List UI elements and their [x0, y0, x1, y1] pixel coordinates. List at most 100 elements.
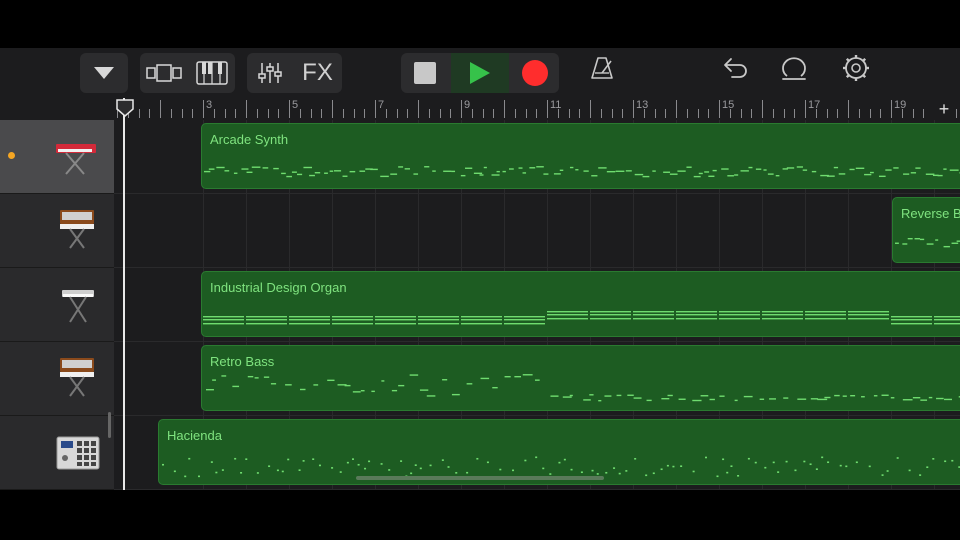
horizontal-scrollbar[interactable]: [356, 476, 604, 480]
ruler-tick: [300, 109, 301, 118]
track-header-1[interactable]: [0, 120, 114, 194]
ruler-tick: [461, 100, 462, 118]
keyboard-button[interactable]: [188, 53, 235, 93]
ruler-tick: [848, 100, 849, 118]
ruler-tick: [665, 109, 666, 118]
ruler-tick: [160, 100, 161, 118]
ruler-tick: [440, 109, 441, 118]
ruler-tick: [139, 109, 140, 118]
undo-button[interactable]: [712, 48, 756, 88]
playhead-line[interactable]: [123, 98, 125, 490]
fx-label: FX: [302, 59, 333, 86]
bar-number: 11: [550, 99, 562, 111]
loop-browser-button[interactable]: [772, 48, 816, 88]
region-reverse-b[interactable]: Reverse B: [892, 197, 960, 263]
ruler-tick: [805, 100, 806, 118]
ruler-tick: [397, 109, 398, 118]
record-icon: [522, 60, 548, 86]
fx-button[interactable]: FX: [293, 53, 342, 93]
ruler-tick: [751, 109, 752, 118]
midi-notes: [203, 311, 960, 325]
analog-synth-icon: [60, 358, 94, 397]
ruler-tick: [429, 109, 430, 118]
ruler-tick: [203, 100, 204, 118]
ruler-tick: [493, 109, 494, 118]
record-enable-dot[interactable]: [8, 152, 15, 159]
ruler-tick: [536, 109, 537, 118]
bar-number: 13: [636, 99, 649, 111]
midi-notes: [206, 374, 960, 402]
ruler-tick: [880, 109, 881, 118]
tracks-area[interactable]: Arcade Synth Reverse B Industrial Design…: [114, 120, 960, 490]
control-bar: FX: [0, 48, 960, 98]
play-button[interactable]: [451, 53, 509, 93]
track-header-3[interactable]: [0, 268, 114, 342]
settings-button[interactable]: [834, 48, 878, 88]
ruler-tick: [407, 109, 408, 118]
track-lane[interactable]: [114, 194, 960, 268]
bar-number: 5: [292, 99, 299, 111]
region-arcade-synth[interactable]: Arcade Synth: [201, 123, 960, 189]
red-keyboard-icon: [56, 144, 96, 175]
ruler-tick: [676, 100, 677, 118]
track-header-2[interactable]: [0, 194, 114, 268]
ruler-tick: [569, 109, 570, 118]
region-industrial-design-organ[interactable]: Industrial Design Organ: [201, 271, 960, 337]
loop-icon: [782, 57, 806, 80]
ruler-tick: [870, 109, 871, 118]
white-keyboard-icon: [62, 290, 94, 323]
ruler-tick: [773, 109, 774, 118]
bar-ruler[interactable]: 3 5 7 9 11 13 15 17 19: [114, 98, 960, 120]
track-menu-button[interactable]: [80, 53, 128, 93]
triangle-down-icon: [94, 67, 114, 79]
ruler-tick: [837, 109, 838, 118]
ruler-tick: [268, 109, 269, 118]
ruler-tick: [579, 109, 580, 118]
drum-machine-icon: [56, 436, 100, 470]
add-section-button[interactable]: +: [934, 98, 954, 120]
ruler-tick: [526, 109, 527, 118]
ruler-tick: [364, 109, 365, 118]
ruler-tick: [472, 109, 473, 118]
ruler-tick: [192, 109, 193, 118]
midi-notes: [895, 238, 960, 248]
ruler-tick: [214, 109, 215, 118]
ruler-tick: [450, 109, 451, 118]
ruler-tick: [913, 109, 914, 118]
ruler-tick: [612, 109, 613, 118]
ruler-tick: [257, 109, 258, 118]
ruler-tick: [633, 100, 634, 118]
ruler-tick: [311, 109, 312, 118]
ruler-corner: [0, 98, 114, 120]
mixer-group: FX: [247, 53, 342, 93]
region-retro-bass[interactable]: Retro Bass: [201, 345, 960, 411]
ruler-tick: [289, 100, 290, 118]
bar-number: 3: [206, 99, 213, 111]
bar-number: 7: [378, 99, 385, 111]
stop-button[interactable]: [401, 53, 449, 93]
ruler-tick: [149, 109, 150, 118]
ruler-tick: [687, 109, 688, 118]
track-headers: [0, 120, 114, 490]
track-header-4[interactable]: [0, 342, 114, 416]
playhead-handle[interactable]: [116, 99, 134, 117]
ruler-tick: [225, 109, 226, 118]
ruler-tick: [827, 109, 828, 118]
metronome-button[interactable]: [580, 48, 624, 88]
stop-icon: [414, 62, 436, 84]
ruler-tick: [375, 100, 376, 118]
bar-number: 15: [722, 99, 735, 111]
record-button[interactable]: [511, 53, 559, 93]
track-header-resize-handle[interactable]: [108, 412, 111, 438]
ruler-tick: [956, 109, 957, 118]
ruler-tick: [719, 100, 720, 118]
track-menu-group: [80, 53, 128, 93]
ruler-tick: [171, 109, 172, 118]
ruler-tick: [923, 109, 924, 118]
tracks-view-button[interactable]: [140, 53, 188, 93]
ruler-tick: [601, 109, 602, 118]
bar-number: 17: [808, 99, 821, 111]
track-header-5[interactable]: [0, 416, 114, 490]
ruler-tick: [182, 109, 183, 118]
mixer-button[interactable]: [247, 53, 293, 93]
